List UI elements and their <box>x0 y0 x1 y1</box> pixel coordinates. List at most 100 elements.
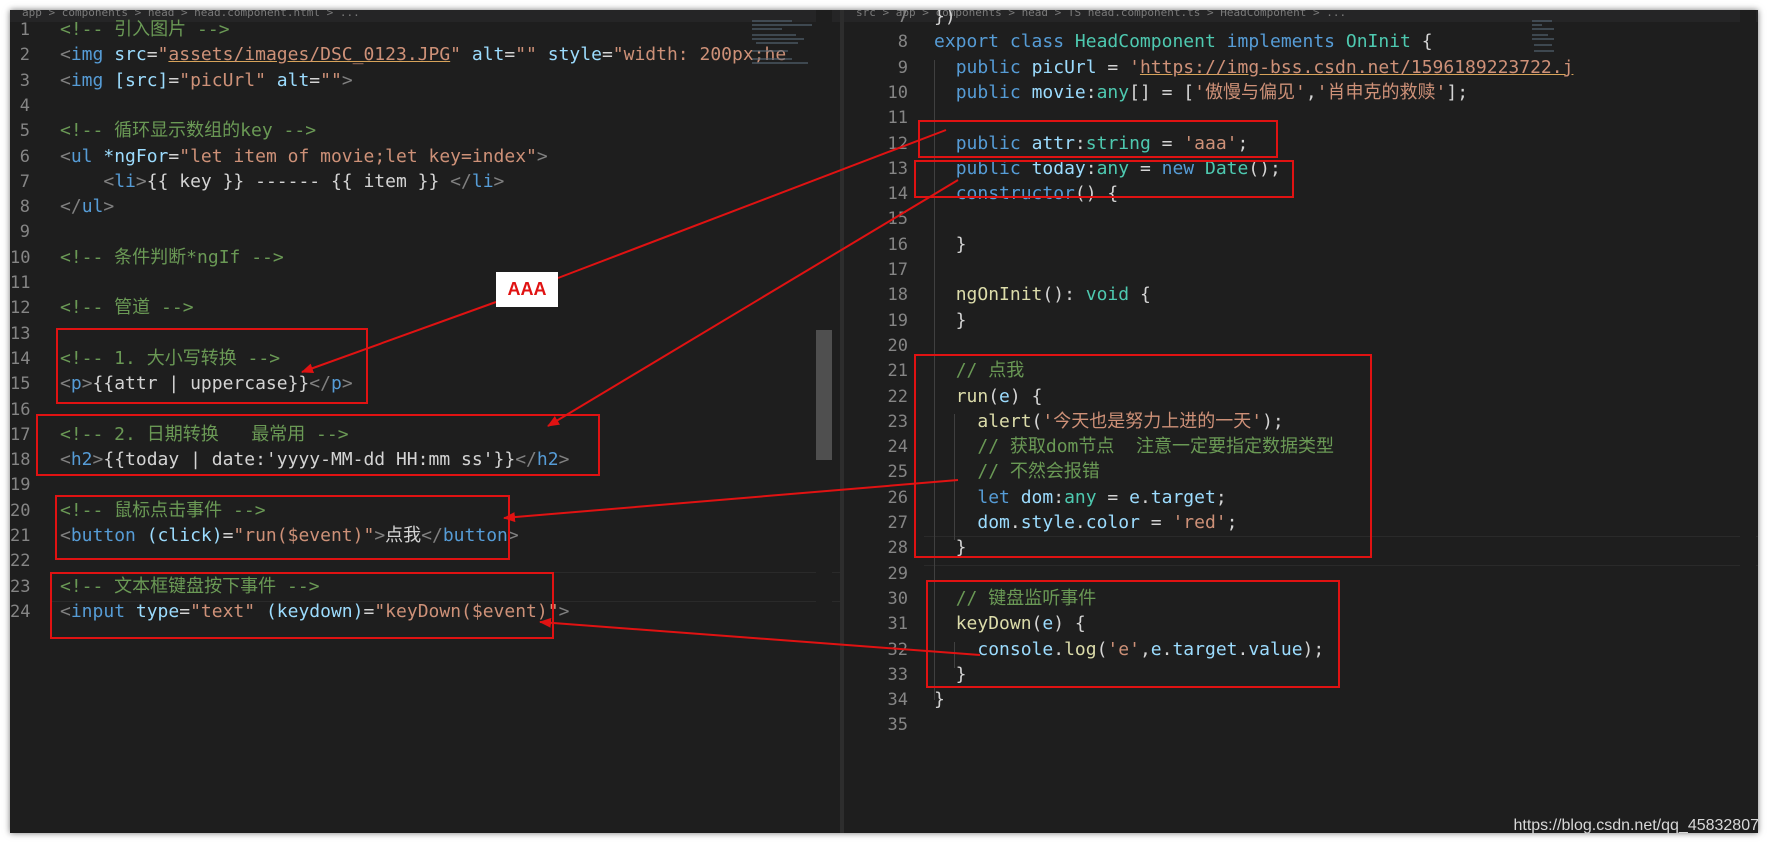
code-line[interactable]: <input type="text" (keydown)="keyDown($e… <box>60 598 569 626</box>
code-token: > <box>341 69 353 91</box>
code-token: ]; <box>1446 81 1469 103</box>
code-line[interactable]: <h2>{{today | date:'yyyy-MM-dd HH:mm ss'… <box>60 446 569 474</box>
left-scroll-thumb[interactable] <box>816 330 832 460</box>
code-line[interactable]: } <box>934 661 967 689</box>
right-breadcrumb[interactable]: src > app > components > head > TS head.… <box>844 10 1758 22</box>
code-line[interactable]: <button (click)="run($event)">点我</button… <box>60 522 519 550</box>
code-token: = <box>309 69 321 91</box>
screenshot-frame: app > components > head > head.component… <box>10 10 1758 833</box>
code-line[interactable]: <li>{{ key }} ------ {{ item }} </li> <box>60 168 504 196</box>
code-line[interactable]: <p>{{attr | uppercase}}</p> <box>60 370 353 398</box>
code-line[interactable]: <!-- 鼠标点击事件 --> <box>60 497 266 525</box>
code-line[interactable]: constructor() { <box>934 180 1119 208</box>
code-token: Date <box>1204 157 1249 179</box>
code-token: OnInit <box>1345 31 1411 53</box>
code-line[interactable]: <!-- 管道 --> <box>60 294 194 322</box>
code-line[interactable]: // 点我 <box>934 357 1025 385</box>
line-number: 35 <box>887 715 908 736</box>
code-line[interactable]: public movie:any[] = ['傲慢与偏见','肖申克的救赎']; <box>934 79 1468 107</box>
code-token: = <box>1096 486 1130 508</box>
code-token: <!-- 2. 日期转换 最常用 --> <box>60 423 349 445</box>
line-number: 3 <box>19 70 30 91</box>
code-line[interactable]: } <box>934 534 967 562</box>
code-line[interactable]: <!-- 文本框键盘按下事件 --> <box>60 573 320 601</box>
code-token: ; <box>1237 132 1249 154</box>
code-line[interactable]: public today:any = new Date(); <box>934 155 1281 183</box>
code-line[interactable]: <!-- 循环显示数组的key --> <box>60 117 316 145</box>
code-line[interactable]: <!-- 2. 日期转换 最常用 --> <box>60 421 349 449</box>
line-number: 12 <box>10 298 31 319</box>
code-line[interactable]: <!-- 条件判断*ngIf --> <box>60 244 284 272</box>
code-line[interactable]: <!-- 引入图片 --> <box>60 16 230 44</box>
code-token: 'red' <box>1172 512 1227 533</box>
code-token: </ <box>450 170 472 192</box>
code-token: h2 <box>70 449 93 471</box>
right-editor-pane[interactable]: src > app > components > head > TS head.… <box>844 10 1758 833</box>
code-token: button <box>442 525 508 546</box>
line-number: 8 <box>19 197 30 218</box>
code-line[interactable]: dom.style.color = 'red'; <box>934 509 1237 537</box>
code-token: '肖申克的救赎' <box>1316 81 1447 103</box>
code-line[interactable]: run(e) { <box>934 383 1043 411</box>
code-token: < <box>60 373 71 395</box>
code-line[interactable]: console.log('e',e.target.value); <box>934 636 1324 664</box>
code-token: 'aaa' <box>1183 132 1238 154</box>
code-token: </ <box>515 449 537 471</box>
code-token: > <box>493 170 505 192</box>
code-line[interactable]: } <box>934 231 967 259</box>
right-minimap[interactable] <box>1532 20 1604 80</box>
code-token: img <box>70 69 104 91</box>
code-token: > <box>507 525 519 546</box>
code-line[interactable]: </ul> <box>60 193 114 221</box>
code-token: { <box>1410 31 1433 53</box>
line-number: 20 <box>887 335 908 356</box>
code-line[interactable]: <ul *ngFor="let item of movie;let key=in… <box>60 143 548 171</box>
code-line[interactable]: // 不然会报错 <box>934 458 1100 486</box>
code-line[interactable]: export class HeadComponent implements On… <box>934 28 1433 56</box>
left-minimap[interactable] <box>752 20 824 80</box>
left-editor-pane[interactable]: app > components > head > head.component… <box>10 10 840 833</box>
code-line[interactable]: ngOnInit(): void { <box>934 281 1151 309</box>
code-token: style <box>1020 512 1075 533</box>
code-token: any <box>1064 486 1097 508</box>
code-token: "picUrl" <box>179 69 266 91</box>
code-token: src <box>114 44 147 66</box>
left-scrollbar[interactable] <box>816 10 832 833</box>
code-token: type <box>135 600 180 622</box>
code-token: } <box>934 537 967 559</box>
code-token: *ngFor <box>103 145 169 167</box>
code-line[interactable]: let dom:any = e.target; <box>934 484 1226 512</box>
code-token: = <box>168 69 180 91</box>
code-token: } <box>934 663 967 685</box>
code-line[interactable]: <!-- 1. 大小写转换 --> <box>60 345 280 373</box>
code-line[interactable]: alert('今天也是努力上进的一天'); <box>934 408 1283 436</box>
code-line[interactable]: public picUrl = 'https://img-bss.csdn.ne… <box>934 54 1574 82</box>
code-token: <!-- 文本框键盘按下事件 --> <box>60 575 320 597</box>
code-line[interactable]: // 键盘监听事件 <box>934 585 1097 613</box>
code-token: (); <box>1248 157 1281 179</box>
code-line[interactable]: keyDown(e) { <box>934 610 1086 638</box>
code-token: <!-- 循环显示数组的key --> <box>60 120 317 142</box>
code-line[interactable]: <img [src]="picUrl" alt=""> <box>60 67 353 95</box>
code-token: console <box>977 638 1054 660</box>
code-line[interactable]: } <box>934 686 945 714</box>
code-token: . <box>1074 512 1086 533</box>
right-scrollbar[interactable] <box>1740 10 1756 833</box>
code-token: dom <box>1020 486 1054 508</box>
line-number: 22 <box>10 551 31 572</box>
code-line[interactable]: } <box>934 307 967 335</box>
code-line[interactable]: <img src="assets/images/DSC_0123.JPG" al… <box>60 41 786 69</box>
code-token: input <box>70 600 126 622</box>
code-line[interactable]: // 获取dom节点 注意一定要指定数据类型 <box>934 433 1334 461</box>
code-line[interactable]: public attr:string = 'aaa'; <box>934 130 1249 158</box>
line-number: 16 <box>10 399 31 420</box>
